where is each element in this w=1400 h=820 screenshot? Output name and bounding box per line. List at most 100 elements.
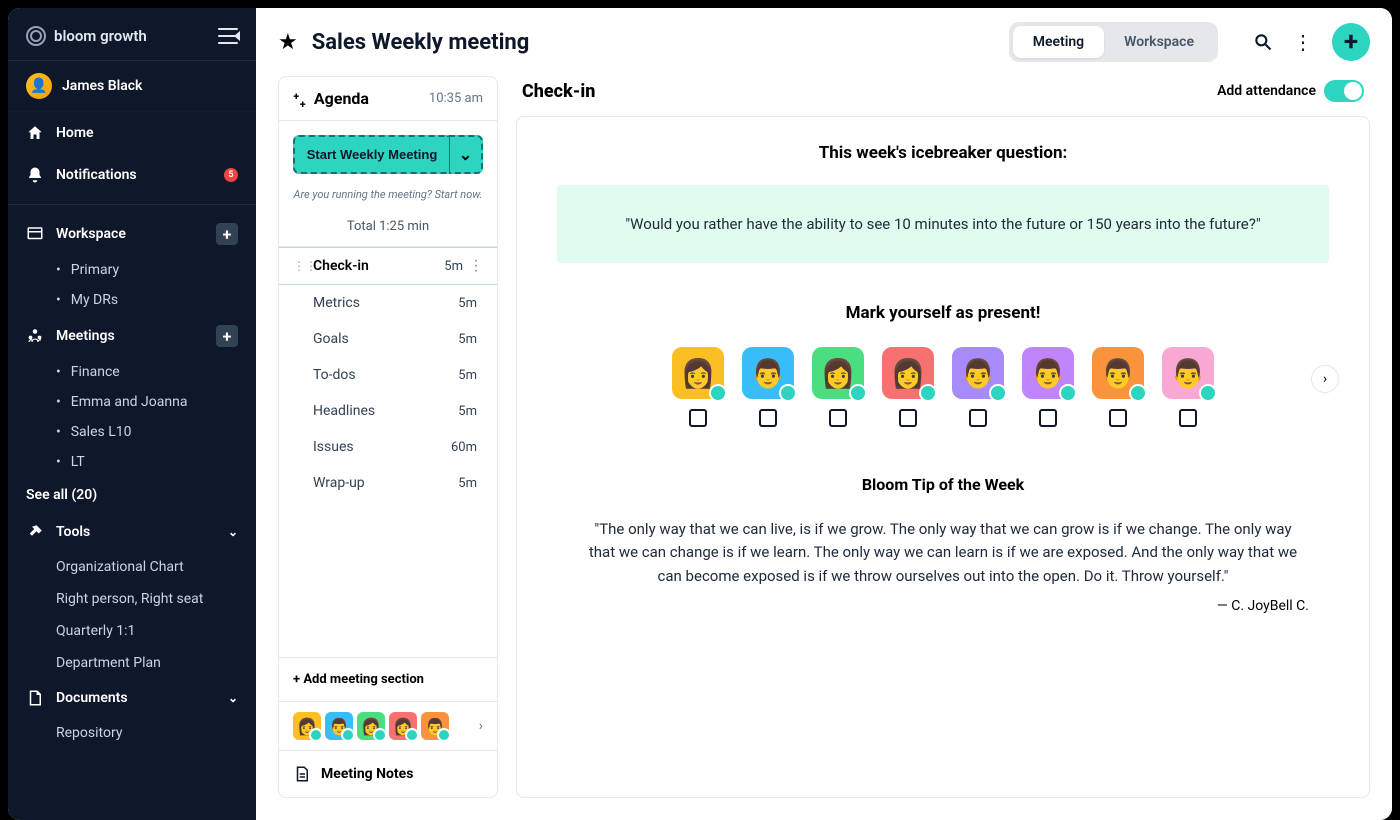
attendee-thumb[interactable]: 👩 xyxy=(389,712,417,740)
sidebar-item-emma-joanna[interactable]: Emma and Joanna xyxy=(8,387,256,417)
agenda-icon: ⁺₊ xyxy=(293,89,306,108)
attendee-next-icon[interactable]: › xyxy=(479,718,483,734)
attendee-thumb[interactable]: 👩 xyxy=(293,712,321,740)
sidebar-item-primary[interactable]: Primary xyxy=(8,255,256,285)
attendee-avatar[interactable]: 👨 xyxy=(1162,347,1214,399)
attendee-checkbox[interactable] xyxy=(899,409,917,427)
search-icon[interactable] xyxy=(1252,31,1274,53)
attendee-avatar[interactable]: 👨 xyxy=(1092,347,1144,399)
star-icon[interactable]: ★ xyxy=(278,30,298,55)
tool-right-person[interactable]: Right person, Right seat xyxy=(8,583,256,615)
see-all-meetings[interactable]: See all (20) xyxy=(8,477,256,513)
drag-handle-icon[interactable]: ⋮⋮ xyxy=(293,259,307,273)
tip-heading: Bloom Tip of the Week xyxy=(557,475,1329,494)
attendee-thumbnails: 👩 👨 👩 👩 👨 › xyxy=(279,701,497,750)
agenda-list: ⋮⋮ Check-in 5m ⋮ Metrics5m Goals5m To-do… xyxy=(279,247,497,657)
doc-repository[interactable]: Repository xyxy=(8,717,256,749)
bell-icon xyxy=(26,166,44,184)
documents-icon xyxy=(26,689,44,707)
attendee-avatar[interactable]: 👨 xyxy=(1022,347,1074,399)
add-meeting-section[interactable]: + Add meeting section xyxy=(279,657,497,701)
chevron-down-icon: ⌄ xyxy=(228,691,238,705)
attendee-avatar[interactable]: 👨 xyxy=(952,347,1004,399)
agenda-row-checkin[interactable]: ⋮⋮ Check-in 5m ⋮ xyxy=(279,247,497,285)
agenda-total: Total 1:25 min xyxy=(279,211,497,247)
attendee-checkbox[interactable] xyxy=(969,409,987,427)
tool-quarterly[interactable]: Quarterly 1:1 xyxy=(8,615,256,647)
sidebar-item-mydrs[interactable]: My DRs xyxy=(8,285,256,315)
tool-org-chart[interactable]: Organizational Chart xyxy=(8,551,256,583)
attendee-checkbox[interactable] xyxy=(1179,409,1197,427)
attendee-thumb[interactable]: 👨 xyxy=(421,712,449,740)
meeting-notes-button[interactable]: Meeting Notes xyxy=(279,750,497,797)
agenda-row-wrapup[interactable]: Wrap-up5m xyxy=(279,465,497,501)
topbar: ★ Sales Weekly meeting Meeting Workspace… xyxy=(256,8,1392,76)
attendance-avatars: 👩 👨 👩 👩 👨 👨 👨 👨 › xyxy=(557,347,1329,427)
agenda-title: Agenda xyxy=(314,89,369,108)
agenda-row-name: Check-in xyxy=(313,258,444,274)
attendee-thumb[interactable]: 👨 xyxy=(325,712,353,740)
attendee-thumb[interactable]: 👩 xyxy=(357,712,385,740)
attendee-avatar[interactable]: 👨 xyxy=(742,347,794,399)
mark-present-heading: Mark yourself as present! xyxy=(557,303,1329,323)
attendee-avatar[interactable]: 👩 xyxy=(812,347,864,399)
start-hint: Are you running the meeting? Start now. xyxy=(279,188,497,211)
icebreaker-heading: This week's icebreaker question: xyxy=(557,143,1329,163)
main: ★ Sales Weekly meeting Meeting Workspace… xyxy=(256,8,1392,820)
add-workspace-button[interactable]: + xyxy=(216,223,238,245)
agenda-row-todos[interactable]: To-dos5m xyxy=(279,357,497,393)
more-icon[interactable]: ⋮ xyxy=(1292,31,1314,53)
attendance-toggle[interactable] xyxy=(1324,80,1364,102)
attendee-checkbox[interactable] xyxy=(759,409,777,427)
brand-name: bloom growth xyxy=(54,27,147,45)
chevron-down-icon: ⌄ xyxy=(228,525,238,539)
user-name: James Black xyxy=(62,78,142,94)
nav-home-label: Home xyxy=(56,125,94,141)
page-title: Sales Weekly meeting xyxy=(312,30,530,55)
add-meeting-button[interactable]: + xyxy=(216,325,238,347)
tip-author: — C. JoyBell C. xyxy=(557,598,1329,614)
start-meeting-button[interactable]: Start Weekly Meeting xyxy=(293,135,449,174)
checkin-panel: Check-in Add attendance This week's iceb… xyxy=(516,76,1370,798)
tab-meeting[interactable]: Meeting xyxy=(1013,26,1104,58)
agenda-panel: ⁺₊ Agenda 10:35 am Start Weekly Meeting … xyxy=(278,76,498,798)
tool-dept-plan[interactable]: Department Plan xyxy=(8,647,256,679)
agenda-row-metrics[interactable]: Metrics5m xyxy=(279,285,497,321)
attendance-label: Add attendance xyxy=(1217,83,1316,99)
attendee-checkbox[interactable] xyxy=(689,409,707,427)
agenda-row-goals[interactable]: Goals5m xyxy=(279,321,497,357)
current-user[interactable]: 👤 James Black xyxy=(8,60,256,112)
sidebar-item-lt[interactable]: LT xyxy=(8,447,256,477)
attendee-checkbox[interactable] xyxy=(1039,409,1057,427)
nav-home[interactable]: Home xyxy=(8,112,256,154)
brand-logo-icon xyxy=(26,26,46,46)
attendee-avatar[interactable]: 👩 xyxy=(882,347,934,399)
agenda-row-issues[interactable]: Issues60m xyxy=(279,429,497,465)
attendee-checkbox[interactable] xyxy=(1109,409,1127,427)
user-avatar-icon: 👤 xyxy=(26,73,52,99)
tab-workspace[interactable]: Workspace xyxy=(1104,26,1214,58)
section-tools-label: Tools xyxy=(56,524,90,540)
create-button[interactable]: + xyxy=(1332,23,1370,61)
agenda-time: 10:35 am xyxy=(429,91,483,106)
workspace-icon xyxy=(26,225,44,243)
section-workspace[interactable]: Workspace + xyxy=(8,213,256,255)
nav-notifications[interactable]: Notifications 5 xyxy=(8,154,256,196)
home-icon xyxy=(26,124,44,142)
section-documents[interactable]: Documents ⌄ xyxy=(8,679,256,717)
attendee-checkbox[interactable] xyxy=(829,409,847,427)
section-meetings[interactable]: Meetings + xyxy=(8,315,256,357)
section-tools[interactable]: Tools ⌄ xyxy=(8,513,256,551)
section-documents-label: Documents xyxy=(56,690,128,706)
brand-row: bloom growth xyxy=(8,22,256,60)
sidebar: bloom growth 👤 James Black Home Notifica… xyxy=(8,8,256,820)
sidebar-item-sales-l10[interactable]: Sales L10 xyxy=(8,417,256,447)
agenda-row-more-icon[interactable]: ⋮ xyxy=(469,258,483,274)
attendee-scroll-right[interactable]: › xyxy=(1311,365,1339,393)
agenda-row-headlines[interactable]: Headlines5m xyxy=(279,393,497,429)
start-dropdown-button[interactable]: ⌄ xyxy=(449,135,483,174)
attendee-avatar[interactable]: 👩 xyxy=(672,347,724,399)
sidebar-item-finance[interactable]: Finance xyxy=(8,357,256,387)
section-meetings-label: Meetings xyxy=(56,328,115,344)
collapse-sidebar-icon[interactable] xyxy=(218,28,238,44)
